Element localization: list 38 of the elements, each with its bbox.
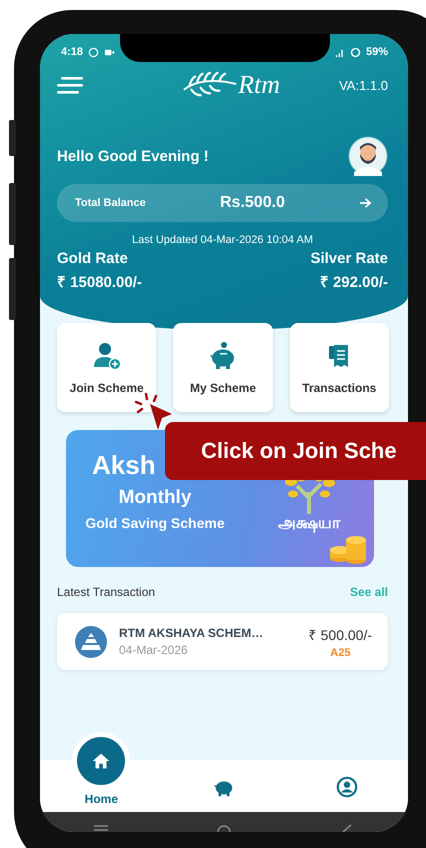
rate-label: Gold Rate bbox=[57, 250, 129, 267]
rate-value: ₹ 15080.00/- bbox=[57, 273, 142, 291]
rate-label: Silver Rate bbox=[310, 250, 388, 267]
logo-text: Rtm bbox=[238, 70, 280, 100]
last-updated-text: Last Updated 04-Mar-2026 10:04 AM bbox=[130, 234, 314, 246]
action-label: Transactions bbox=[302, 380, 376, 394]
hint-callout: Click on Join Sche bbox=[165, 422, 426, 480]
user-add-icon bbox=[92, 340, 122, 370]
version-label: VA:1.1.0 bbox=[339, 78, 388, 92]
transaction-code: A25 bbox=[330, 646, 350, 658]
banner-subtitle: Monthly bbox=[118, 487, 192, 509]
menu-icon[interactable] bbox=[57, 75, 83, 95]
battery-level: 59% bbox=[366, 46, 388, 58]
arrow-right-icon[interactable] bbox=[359, 197, 372, 209]
greeting-text: Hello Good Evening ! bbox=[57, 148, 209, 164]
banner-tamil-text: அக்ஷயா bbox=[278, 514, 340, 534]
bullion-icon bbox=[75, 626, 107, 658]
action-label: Join Scheme bbox=[70, 380, 144, 394]
nav-label: Home bbox=[84, 792, 118, 806]
rate-value: ₹ 292.00/- bbox=[320, 273, 388, 291]
action-tile[interactable]: Join Scheme bbox=[57, 323, 156, 412]
coins-drawing bbox=[328, 534, 368, 564]
banner-title: Aksh bbox=[92, 450, 156, 481]
section-title: Latest Transaction bbox=[57, 585, 156, 599]
banner-caption: Gold Saving Scheme bbox=[85, 515, 225, 531]
balance-amount: Rs.500.0 bbox=[220, 194, 286, 212]
avatar-icon[interactable] bbox=[348, 136, 388, 176]
profile-icon bbox=[336, 776, 358, 798]
transaction-card[interactable]: RTM AKSHAYA SCHEM… 04-Mar-2026 ₹ 500.00/- A25 bbox=[57, 613, 388, 670]
transaction-date: 04-Mar-2026 bbox=[119, 643, 189, 657]
action-tile[interactable]: My Scheme bbox=[173, 323, 273, 412]
transaction-amount: ₹ 500.00/- bbox=[308, 626, 372, 644]
balance-label: Total Balance bbox=[75, 197, 147, 209]
transaction-name: RTM AKSHAYA SCHEM… bbox=[119, 626, 264, 640]
action-label: My Scheme bbox=[190, 380, 256, 394]
status-time: 4:18 bbox=[61, 46, 84, 58]
action-tile[interactable]: Transactions bbox=[290, 323, 389, 412]
recents-icon[interactable] bbox=[93, 824, 110, 832]
